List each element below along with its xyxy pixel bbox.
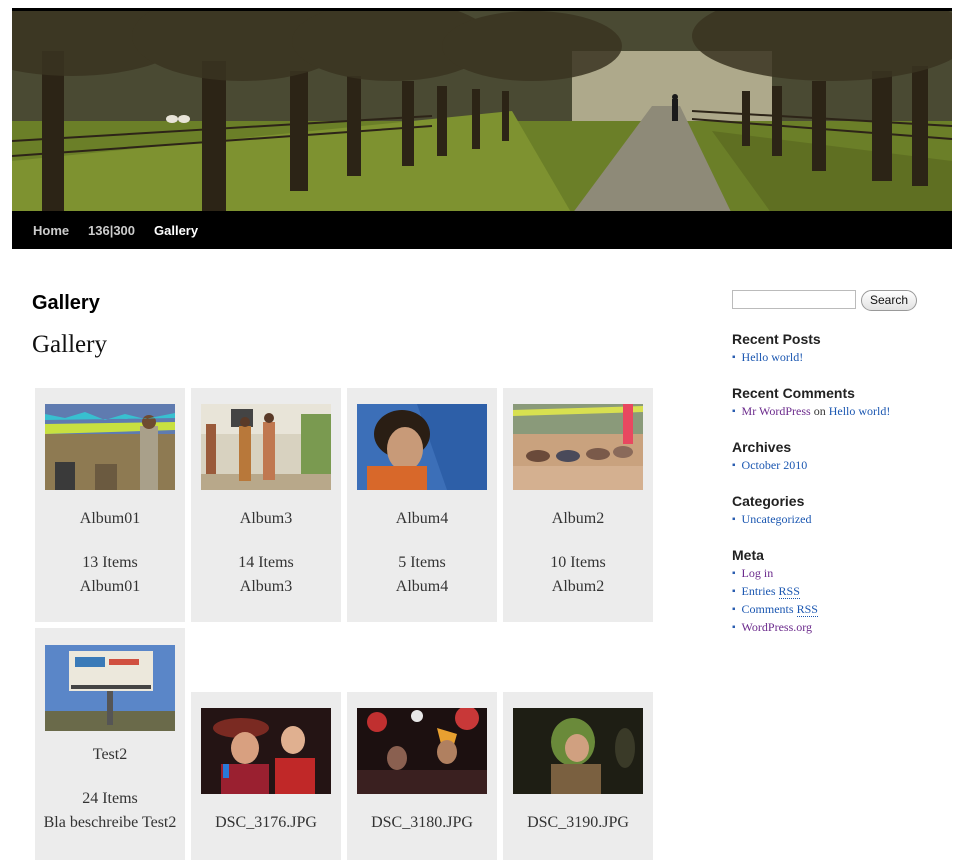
recent-posts-list: Hello world! xyxy=(732,348,804,366)
comment-author-link[interactable]: Mr WordPress xyxy=(742,404,811,418)
album-name[interactable]: Album3 xyxy=(191,510,341,528)
album-name[interactable]: Album01 xyxy=(35,510,185,528)
search-input[interactable] xyxy=(732,290,856,309)
image-tile[interactable]: DSC_3180.JPG xyxy=(347,692,497,860)
image-filename[interactable]: DSC_3180.JPG xyxy=(347,814,497,832)
album-thumbnail[interactable] xyxy=(513,404,643,490)
comments-rss-link[interactable]: Comments RSS xyxy=(742,602,818,617)
gallery-heading: Gallery xyxy=(32,331,107,358)
archives-title: Archives xyxy=(732,439,792,455)
album-item-count: 5 Items xyxy=(398,554,446,571)
album-description: Bla beschreibe Test2 xyxy=(43,814,177,831)
list-item: Mr WordPress on Hello world! xyxy=(732,402,891,420)
album-item-count: 14 Items xyxy=(238,554,294,571)
comment-on-text: on xyxy=(813,404,826,418)
album-name[interactable]: Album4 xyxy=(347,510,497,528)
image-thumbnail[interactable] xyxy=(513,708,643,794)
list-item: Comments RSS xyxy=(732,600,818,618)
recent-comments-list: Mr WordPress on Hello world! xyxy=(732,402,891,420)
categories-title: Categories xyxy=(732,493,805,509)
list-item: WordPress.org xyxy=(732,618,818,636)
header-banner-image xyxy=(12,8,952,211)
album-tile[interactable]: Album3 14 Items Album3 xyxy=(191,388,341,622)
main-navigation: Home 136|300 Gallery xyxy=(12,211,952,249)
recent-posts-title: Recent Posts xyxy=(732,331,821,347)
album-tile[interactable]: Album01 13 Items Album01 xyxy=(35,388,185,622)
list-item: October 2010 xyxy=(732,456,808,474)
comments-rss-prefix: Comments xyxy=(741,602,797,616)
album-thumbnail[interactable] xyxy=(201,404,331,490)
recent-post-link[interactable]: Hello world! xyxy=(742,350,804,364)
image-tile[interactable]: DSC_3190.JPG xyxy=(503,692,653,860)
album-thumbnail[interactable] xyxy=(357,404,487,490)
image-filename[interactable]: DSC_3176.JPG xyxy=(191,814,341,832)
nav-item-home[interactable]: Home xyxy=(33,223,69,238)
wordpress-org-link[interactable]: WordPress.org xyxy=(742,620,812,634)
list-item: Log in xyxy=(732,564,818,582)
archives-list: October 2010 xyxy=(732,456,808,474)
album-tile[interactable]: Test2 24 Items Bla beschreibe Test2 xyxy=(35,628,185,860)
recent-comments-title: Recent Comments xyxy=(732,385,855,401)
comments-rss-abbr: RSS xyxy=(796,602,818,617)
list-item: Hello world! xyxy=(732,348,804,366)
album-description: Album4 xyxy=(395,578,449,595)
categories-list: Uncategorized xyxy=(732,510,812,528)
meta-title: Meta xyxy=(732,547,764,563)
nav-item-gallery[interactable]: Gallery xyxy=(154,223,198,238)
comment-post-link[interactable]: Hello world! xyxy=(829,404,891,418)
page-title: Gallery xyxy=(32,292,100,314)
album-description: Album01 xyxy=(79,578,141,595)
search-button[interactable]: Search xyxy=(861,290,917,311)
album-thumbnail[interactable] xyxy=(45,404,175,490)
entries-rss-prefix: Entries xyxy=(741,584,779,598)
image-thumbnail[interactable] xyxy=(357,708,487,794)
album-description: Album2 xyxy=(551,578,605,595)
list-item: Uncategorized xyxy=(732,510,812,528)
list-item: Entries RSS xyxy=(732,582,818,600)
nav-item-136-300[interactable]: 136|300 xyxy=(88,223,135,238)
archive-link[interactable]: October 2010 xyxy=(742,458,808,472)
album-thumbnail[interactable] xyxy=(45,645,175,731)
album-tile[interactable]: Album4 5 Items Album4 xyxy=(347,388,497,622)
album-item-count: 13 Items xyxy=(82,554,138,571)
entries-rss-link[interactable]: Entries RSS xyxy=(742,584,800,599)
album-tile[interactable]: Album2 10 Items Album2 xyxy=(503,388,653,622)
image-thumbnail[interactable] xyxy=(201,708,331,794)
entries-rss-abbr: RSS xyxy=(778,584,800,599)
album-name[interactable]: Album2 xyxy=(503,510,653,528)
image-tile[interactable]: DSC_3176.JPG xyxy=(191,692,341,860)
meta-list: Log in Entries RSS Comments RSS WordPres… xyxy=(732,564,818,636)
album-description: Album3 xyxy=(239,578,293,595)
album-item-count: 24 Items xyxy=(82,790,138,807)
image-filename[interactable]: DSC_3190.JPG xyxy=(503,814,653,832)
category-link[interactable]: Uncategorized xyxy=(742,512,812,526)
login-link[interactable]: Log in xyxy=(742,566,774,580)
album-name[interactable]: Test2 xyxy=(35,746,185,764)
album-item-count: 10 Items xyxy=(550,554,606,571)
